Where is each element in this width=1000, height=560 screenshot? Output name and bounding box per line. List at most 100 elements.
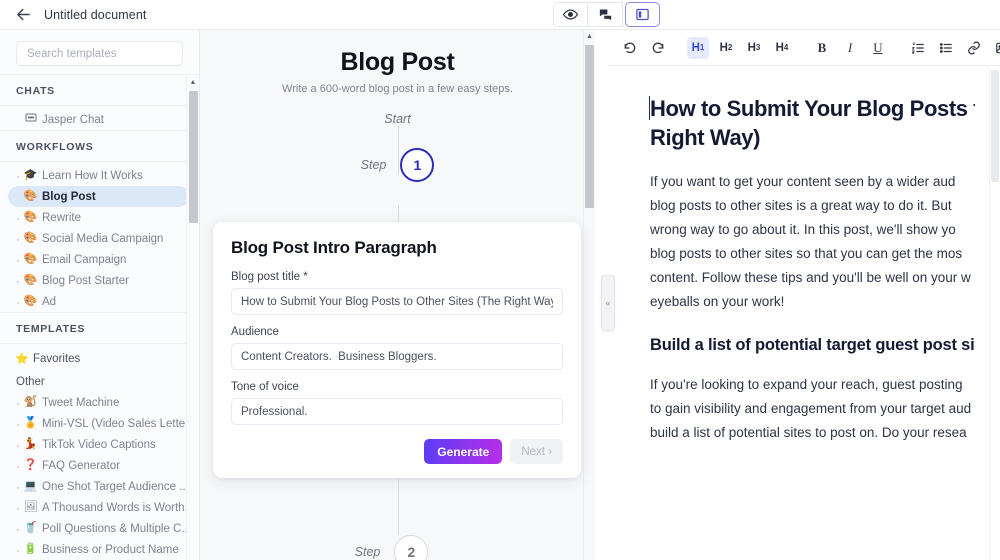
- workflow-scrollbar[interactable]: ▲: [583, 30, 595, 560]
- battery-icon: 🔋: [22, 544, 39, 555]
- h3-sub: 3: [756, 43, 760, 52]
- undo-button[interactable]: [619, 37, 641, 59]
- search-input[interactable]: [16, 41, 183, 66]
- document-paragraph-2: If you're looking to expand your reach, …: [650, 373, 1000, 445]
- heading-line-2: Right Way): [650, 123, 1000, 152]
- redo-button[interactable]: [647, 37, 669, 59]
- question-icon: ❓: [22, 460, 39, 471]
- sidebar-item-rewrite[interactable]: · 🎨 Rewrite: [8, 207, 189, 228]
- sidebar-item-faq-generator[interactable]: · ❓ FAQ Generator: [8, 455, 189, 476]
- sidebar-item-blog-post-starter[interactable]: · 🎨 Blog Post Starter: [8, 270, 189, 291]
- preview-button[interactable]: [553, 2, 588, 27]
- editor-content[interactable]: How to Submit Your Blog Posts to O Right…: [608, 66, 1000, 445]
- workflows-list: · 🎓 Learn How It Works · 🎨 Blog Post · 🎨…: [0, 161, 199, 312]
- document-heading-1: How to Submit Your Blog Posts to O Right…: [650, 94, 1000, 152]
- underline-button[interactable]: U: [867, 37, 889, 59]
- bold-button[interactable]: B: [811, 37, 833, 59]
- generate-button[interactable]: Generate: [424, 439, 502, 464]
- top-bar: Untitled document: [0, 0, 1000, 30]
- sidebar-item-jasper-chat[interactable]: Jasper Chat: [8, 109, 189, 130]
- step-2-label: Step: [355, 545, 381, 559]
- comments-button[interactable]: [588, 2, 623, 27]
- chats-list: Jasper Chat: [0, 105, 199, 130]
- top-actions: [553, 2, 660, 27]
- step-2-circle[interactable]: 2: [394, 535, 428, 560]
- workflows-heading: WORKFLOWS: [0, 130, 199, 161]
- heading-1-button[interactable]: H1: [687, 37, 709, 59]
- paragraph-line: build a list of potential sites to post …: [650, 421, 1000, 445]
- tone-of-voice-input[interactable]: [231, 398, 563, 425]
- link-button[interactable]: [963, 37, 985, 59]
- sidebar-item-ad[interactable]: · 🎨 Ad: [8, 291, 189, 312]
- sidebar-item-blog-post[interactable]: · 🎨 Blog Post: [8, 186, 189, 207]
- medal-icon: 🏅: [22, 418, 39, 429]
- editor-scrollbar-thumb[interactable]: [991, 70, 999, 182]
- blog-post-title-input[interactable]: [231, 288, 563, 315]
- audience-input[interactable]: [231, 343, 563, 370]
- heading-3-button[interactable]: H3: [743, 37, 765, 59]
- editor-scrollbar[interactable]: [989, 66, 1000, 560]
- bullet-list-button[interactable]: [935, 37, 957, 59]
- heading-4-button[interactable]: H4: [771, 37, 793, 59]
- undo-icon: [623, 41, 637, 55]
- paragraph-line: If you want to get your content seen by …: [650, 170, 1000, 194]
- workflow-title: Blog Post: [200, 30, 595, 77]
- sidebar-scrollbar[interactable]: ▲: [186, 75, 199, 560]
- step-1-row: Step 1: [200, 148, 595, 182]
- sidebar-item-email-campaign[interactable]: · 🎨 Email Campaign: [8, 249, 189, 270]
- sidebar-item-tweet-machine[interactable]: · 🐒 Tweet Machine: [8, 392, 189, 413]
- paragraph-line: to gain visibility and engagement from y…: [650, 397, 1000, 421]
- sidebar-item-mini-vsl[interactable]: · 🏅 Mini-VSL (Video Sales Letter): [8, 413, 189, 434]
- artist-palette-icon: 🎨: [22, 296, 39, 307]
- paragraph-line: blog posts to other sites is a great way…: [650, 194, 1000, 218]
- card-title: Blog Post Intro Paragraph: [231, 238, 563, 258]
- paragraph-line: blog posts to other sites so that you ca…: [650, 242, 1000, 266]
- sidebar-item-label: Blog Post: [42, 191, 96, 203]
- h1-label: H: [692, 42, 700, 54]
- sidebar-item-label: Jasper Chat: [42, 114, 104, 126]
- bullet: ·: [14, 522, 22, 536]
- sidebar-item-tiktok-video-captions[interactable]: · 💃 TikTok Video Captions: [8, 434, 189, 455]
- paragraph-line: wrong way to go about it. In this post, …: [650, 218, 1000, 242]
- sidebar-item-business-or-product-name[interactable]: · 🔋 Business or Product Name: [8, 539, 189, 560]
- scroll-up-icon[interactable]: ▲: [584, 30, 595, 43]
- arrow-left-icon: [15, 6, 32, 23]
- artist-palette-icon: 🎨: [22, 191, 39, 202]
- bullet-list-icon: [939, 41, 953, 55]
- italic-button[interactable]: I: [839, 37, 861, 59]
- text-caret: [649, 96, 650, 120]
- next-button[interactable]: Next ›: [510, 439, 563, 464]
- document-paragraph-1: If you want to get your content seen by …: [650, 170, 1000, 314]
- sidebar-item-label: Tweet Machine: [42, 397, 119, 409]
- picture-icon: 🖼: [22, 502, 39, 513]
- workflow-scrollbar-thumb[interactable]: [585, 45, 594, 208]
- bullet: ·: [14, 169, 22, 183]
- sidebar-item-label: Email Campaign: [42, 254, 126, 266]
- sidebar-item-learn-how-it-works[interactable]: · 🎓 Learn How It Works: [8, 165, 189, 186]
- bullet: ·: [14, 295, 22, 309]
- layout-toggle-button[interactable]: [625, 2, 660, 27]
- sidebar-scrollbar-thumb[interactable]: [189, 91, 198, 223]
- artist-palette-icon: 🎨: [22, 212, 39, 223]
- h1-sub: 1: [700, 43, 704, 52]
- paragraph-line: If you're looking to expand your reach, …: [650, 373, 1000, 397]
- heading-2-button[interactable]: H2: [715, 37, 737, 59]
- scroll-up-icon[interactable]: ▲: [187, 75, 199, 89]
- sidebar-item-a-thousand-words[interactable]: · 🖼 A Thousand Words is Worth...: [8, 497, 189, 518]
- image-button[interactable]: [991, 37, 1000, 59]
- step-1-circle[interactable]: 1: [400, 148, 434, 182]
- sidebar-item-favorites[interactable]: ⭐ Favorites: [0, 347, 199, 369]
- ordered-list-icon: [911, 41, 925, 55]
- sidebar-item-poll-questions[interactable]: · 🥤 Poll Questions & Multiple C...: [8, 518, 189, 539]
- back-button[interactable]: [8, 0, 38, 30]
- sidebar-item-social-media-campaign[interactable]: · 🎨 Social Media Campaign: [8, 228, 189, 249]
- sidebar-item-one-shot-target-audience[interactable]: · 💻 One Shot Target Audience ...: [8, 476, 189, 497]
- star-icon: ⭐: [14, 354, 30, 365]
- image-icon: [995, 41, 1000, 55]
- workflow-start-label: Start: [200, 112, 595, 126]
- ordered-list-button[interactable]: [907, 37, 929, 59]
- h3-label: H: [748, 42, 756, 54]
- sidebar-item-label: Ad: [42, 296, 56, 308]
- panel-collapse-handle[interactable]: «: [601, 275, 615, 331]
- search-wrapper: [0, 30, 199, 74]
